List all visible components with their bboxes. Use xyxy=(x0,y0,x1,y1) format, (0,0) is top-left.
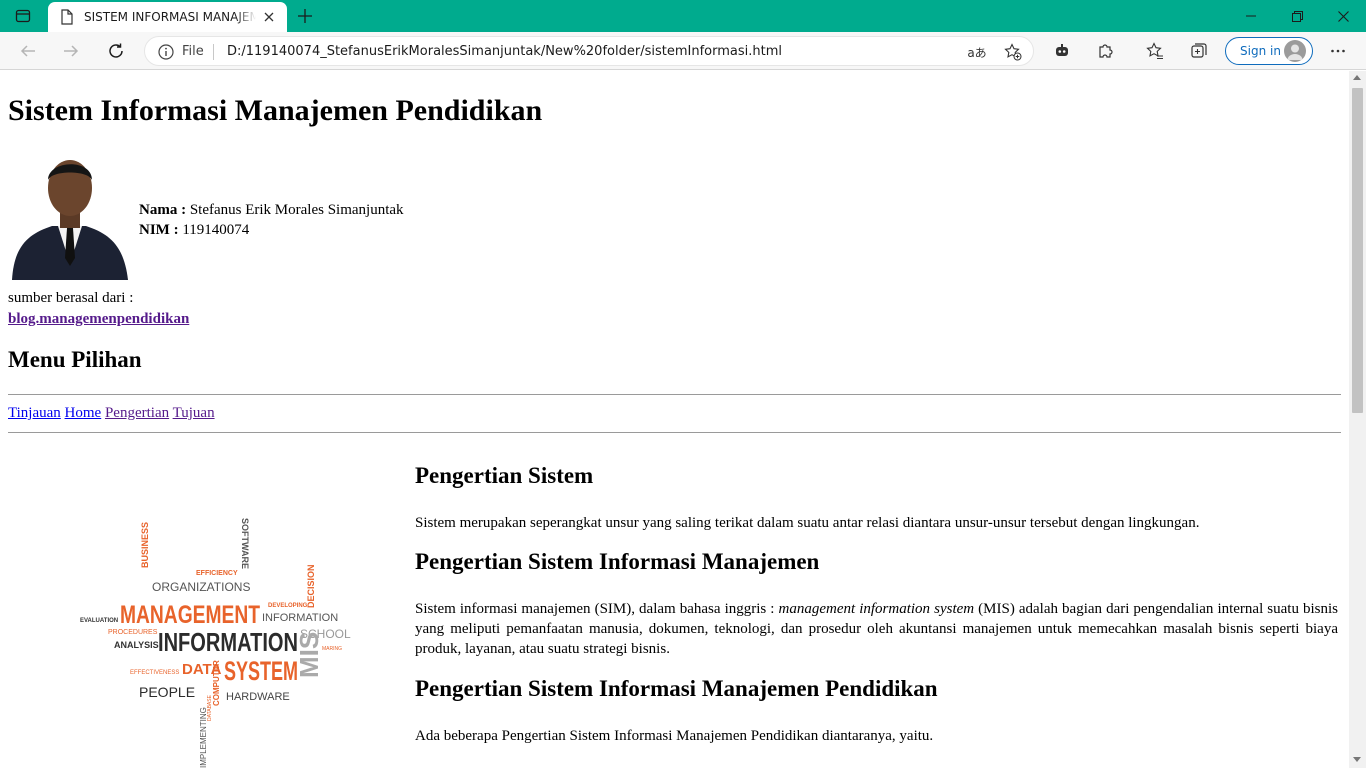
mis-wordcloud-image: BUSINESS SOFTWARE EFFICIENCY ORGANIZATIO… xyxy=(80,518,351,768)
wordcloud-word: INFORMATION xyxy=(158,627,298,657)
extension-games-icon[interactable] xyxy=(1046,35,1078,67)
address-separator xyxy=(213,44,214,60)
wordcloud-word: EFFECTIVENESS xyxy=(130,670,179,676)
tab-title: SISTEM INFORMASI MANAJEMEN xyxy=(84,10,256,24)
scroll-down-arrow-icon[interactable] xyxy=(1353,757,1361,762)
nav-link-pengertian[interactable]: Pengertian xyxy=(105,405,169,421)
section-body-sistem: Sistem merupakan seperangkat unsur yang … xyxy=(415,515,1200,531)
wordcloud-word: SYSTEM xyxy=(224,656,298,686)
vertical-scrollbar[interactable] xyxy=(1349,71,1366,768)
nim-label: NIM : xyxy=(139,222,179,238)
browser-title-bar: SISTEM INFORMASI MANAJEMEN xyxy=(0,0,1366,32)
wordcloud-word: MIS xyxy=(294,632,324,678)
close-icon[interactable] xyxy=(261,9,277,25)
nav-link-tujuan[interactable]: Tujuan xyxy=(173,405,215,421)
menu-heading: Menu Pilihan xyxy=(8,347,142,372)
section-heading-simp: Pengertian Sistem Informasi Manajemen Pe… xyxy=(415,676,938,701)
page-title: Sistem Informasi Manajemen Pendidikan xyxy=(8,94,543,127)
name-value: Stefanus Erik Morales Simanjuntak xyxy=(189,202,404,218)
back-icon[interactable] xyxy=(12,35,44,67)
wordcloud-word: EFFICIENCY xyxy=(196,570,238,577)
restore-icon[interactable] xyxy=(1274,0,1320,32)
wordcloud-word: COMPUTER xyxy=(212,660,221,706)
document-icon xyxy=(61,9,73,25)
profile-photo xyxy=(8,154,130,280)
minimize-icon[interactable] xyxy=(1228,0,1274,32)
more-icon[interactable] xyxy=(1322,35,1354,67)
page-viewport: Sistem Informasi Manajemen Pendidikan Na… xyxy=(0,71,1349,768)
wordcloud-word: DEVELOPING xyxy=(268,603,308,609)
wordcloud-word: ANALYSIS xyxy=(114,640,159,650)
sign-in-button[interactable]: Sign in xyxy=(1225,37,1313,65)
wordcloud-word: MANAGEMENT xyxy=(120,601,260,629)
name-label: Nama : xyxy=(139,202,187,218)
tab-actions-icon[interactable] xyxy=(14,7,32,25)
wordcloud-word: PEOPLE xyxy=(139,684,195,700)
source-label: sumber berasal dari : xyxy=(8,290,134,306)
collections-icon[interactable] xyxy=(1183,35,1215,67)
wordcloud-word: PROCEDURES xyxy=(108,629,158,636)
nav-link-home[interactable]: Home xyxy=(65,405,102,421)
profile-info: Nama : Stefanus Erik Morales Simanjuntak… xyxy=(139,200,404,240)
nim-row: NIM : 119140074 xyxy=(139,220,404,240)
section-body-sim: Sistem informasi manajemen (SIM), dalam … xyxy=(415,599,1338,659)
section-heading-sim: Pengertian Sistem Informasi Manajemen xyxy=(415,549,820,574)
divider-bottom xyxy=(8,432,1341,433)
scroll-up-arrow-icon[interactable] xyxy=(1353,75,1361,80)
forward-icon[interactable] xyxy=(55,35,87,67)
wordcloud-word: HARDWARE xyxy=(226,691,290,703)
url-text[interactable]: D:/119140074_StefanusErikMoralesSimanjun… xyxy=(227,44,782,59)
wordcloud-word: SOFTWARE xyxy=(240,518,250,569)
read-aloud-icon[interactable]: aあ xyxy=(967,43,987,61)
wordcloud-word: DECISION xyxy=(306,564,316,608)
refresh-icon[interactable] xyxy=(100,35,132,67)
source-block: sumber berasal dari : blog.managemenpend… xyxy=(8,288,189,330)
wordcloud-word: ORGANIZATIONS xyxy=(152,580,250,594)
add-favorite-icon[interactable] xyxy=(1003,42,1023,62)
source-link[interactable]: blog.managemenpendidikan xyxy=(8,311,189,327)
file-scheme-label: File xyxy=(182,44,204,59)
sim-body-pre: Sistem informasi manajemen (SIM), dalam … xyxy=(415,601,779,617)
divider-top xyxy=(8,394,1341,395)
section-body-simp: Ada beberapa Pengertian Sistem Informasi… xyxy=(415,728,934,744)
avatar-icon xyxy=(1284,40,1306,62)
scroll-thumb[interactable] xyxy=(1352,88,1363,413)
name-row: Nama : Stefanus Erik Morales Simanjuntak xyxy=(139,200,404,220)
wordcloud-word: IMPLEMENTING xyxy=(199,707,208,768)
plus-icon[interactable] xyxy=(295,6,315,26)
wordcloud-word: BUSINESS xyxy=(140,522,150,568)
wordcloud-word: EVALUATION xyxy=(80,618,118,624)
close-window-icon[interactable] xyxy=(1320,0,1366,32)
section-heading-sistem: Pengertian Sistem xyxy=(415,463,594,488)
browser-toolbar: File D:/119140074_StefanusErikMoralesSim… xyxy=(0,32,1366,70)
active-tab[interactable]: SISTEM INFORMASI MANAJEMEN xyxy=(48,2,287,32)
address-bar[interactable]: File D:/119140074_StefanusErikMoralesSim… xyxy=(144,36,1034,66)
wordcloud-word: MARING xyxy=(322,646,342,652)
info-icon[interactable] xyxy=(157,43,175,61)
favorites-icon[interactable] xyxy=(1139,35,1171,67)
sign-in-label: Sign in xyxy=(1240,44,1281,58)
sim-body-em: management information system xyxy=(778,601,975,617)
extensions-icon[interactable] xyxy=(1090,35,1122,67)
nav-link-tinjauan[interactable]: Tinjauan xyxy=(8,405,61,421)
wordcloud-word: INFORMATION xyxy=(262,612,338,624)
menu-nav: Tinjauan Home Pengertian Tujuan xyxy=(8,405,215,422)
nim-value: 119140074 xyxy=(182,222,250,238)
